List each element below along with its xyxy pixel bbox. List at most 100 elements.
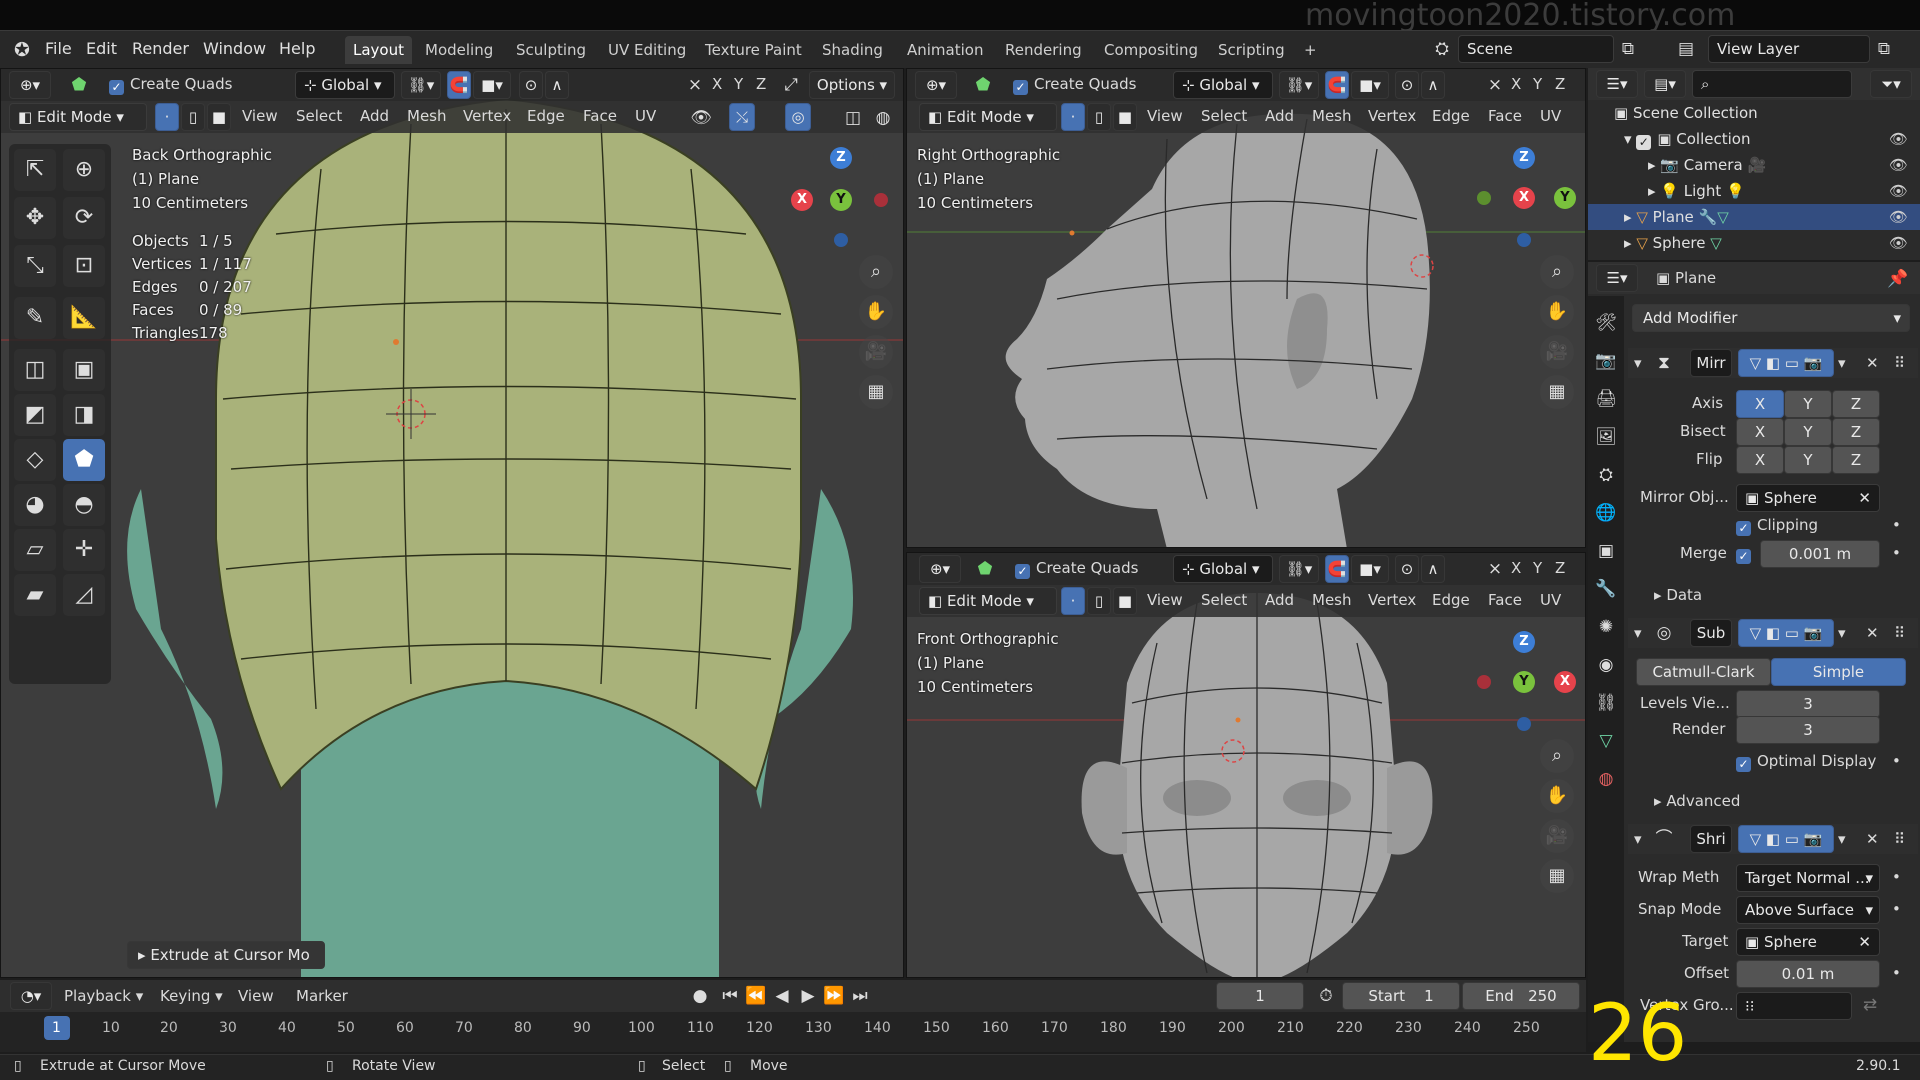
right-mirror-x[interactable]: X xyxy=(1511,75,1521,93)
right-proportional-toggle[interactable]: ⊙ xyxy=(1395,71,1419,99)
mirror-drag-handle[interactable]: ⠿ xyxy=(1894,354,1905,372)
right-menu-face[interactable]: Face xyxy=(1488,107,1522,125)
subsurf-catmull-clark[interactable]: Catmull-Clark xyxy=(1636,658,1771,686)
move-tool-icon[interactable]: ✥ xyxy=(14,197,56,239)
shrinkwrap-options-arrow[interactable]: ▾ xyxy=(1838,830,1846,848)
mirror-merge-distance[interactable]: 0.001 m xyxy=(1760,540,1880,568)
workspace-tab-compositing[interactable]: Compositing xyxy=(1096,36,1206,64)
mirror-name-field[interactable]: Mirr xyxy=(1690,349,1732,377)
mirror-options-arrow[interactable]: ▾ xyxy=(1838,354,1846,372)
record-button-icon[interactable]: ● xyxy=(686,983,714,1009)
right-snap-toggle[interactable]: 🧲 xyxy=(1325,71,1349,99)
vertex-select-mode[interactable]: · xyxy=(155,103,179,131)
play-reverse-icon[interactable]: ◀ xyxy=(768,983,796,1009)
mirror-display-toggles[interactable]: ▽ ◧ ▭ 📷 xyxy=(1738,349,1834,377)
front-editor-type-button[interactable]: ⊕▾ xyxy=(919,555,961,583)
menu-help[interactable]: Help xyxy=(279,39,315,58)
menu-face[interactable]: Face xyxy=(583,107,617,125)
subsurf-advanced-subpanel[interactable]: ▸ Advanced xyxy=(1654,792,1740,810)
outliner-display-mode[interactable]: ▤▾ xyxy=(1644,70,1686,98)
light-eye-icon[interactable]: 👁 xyxy=(1889,178,1908,204)
shrinkwrap-target-field[interactable]: ▣ Sphere ✕ xyxy=(1736,928,1880,956)
timeline-editor-type[interactable]: ◔▾ xyxy=(10,982,52,1010)
front-gizmo-z[interactable]: Z xyxy=(1513,631,1535,653)
subsurf-simple[interactable]: Simple xyxy=(1771,658,1906,686)
right-gizmo-x[interactable]: X xyxy=(1513,187,1535,209)
front-edge-select[interactable]: ▯ xyxy=(1087,587,1111,615)
create-quads-checkbox[interactable]: ✓ Create Quads xyxy=(109,75,232,95)
loop-cut-tool-icon[interactable]: ◨ xyxy=(63,394,105,436)
flip-y[interactable]: Y xyxy=(1784,446,1832,474)
poly-build-tool-icon[interactable]: ⬟ xyxy=(63,439,105,481)
right-menu-mesh[interactable]: Mesh xyxy=(1312,107,1352,125)
gizmo-neg-z[interactable] xyxy=(834,233,848,247)
menu-select[interactable]: Select xyxy=(296,107,342,125)
zoom-icon[interactable]: ⌕ xyxy=(859,255,893,289)
workspace-tab-scripting[interactable]: Scripting xyxy=(1210,36,1293,64)
data-properties-icon[interactable]: ▽ xyxy=(1592,728,1620,754)
output-properties-icon[interactable]: 🖨 xyxy=(1592,386,1620,412)
right-menu-uv[interactable]: UV xyxy=(1540,107,1561,125)
transform-tool-icon[interactable]: ⊡ xyxy=(63,245,105,287)
subsurf-options-arrow[interactable]: ▾ xyxy=(1838,624,1846,642)
modifier-properties-icon[interactable]: 🔧 xyxy=(1592,576,1620,602)
outliner-scene-collection[interactable]: ▣ Scene Collection xyxy=(1588,100,1920,126)
right-camera-icon[interactable]: 🎥 xyxy=(1540,335,1574,369)
view-layer-selector[interactable]: View Layer xyxy=(1708,35,1870,63)
right-zoom-icon[interactable]: ⌕ xyxy=(1540,255,1574,289)
front-mode-dropdown[interactable]: ◧ Edit Mode ▾ xyxy=(919,587,1057,615)
workspace-tab-sculpting[interactable]: Sculpting xyxy=(508,36,594,64)
flip-z[interactable]: Z xyxy=(1832,446,1880,474)
right-menu-edge[interactable]: Edge xyxy=(1432,107,1470,125)
jump-start-icon[interactable]: ⏮ xyxy=(716,983,744,1009)
subsurf-remove-icon[interactable]: ✕ xyxy=(1866,624,1879,642)
timeline-menu-marker[interactable]: Marker xyxy=(296,987,348,1005)
workspace-tab-shading[interactable]: Shading xyxy=(814,36,891,64)
mirror-collapse-arrow[interactable]: ▾ xyxy=(1634,354,1642,372)
front-create-quads-checkbox[interactable]: ✓ Create Quads xyxy=(1015,559,1138,579)
bisect-z[interactable]: Z xyxy=(1832,418,1880,446)
right-gizmo-neg-z[interactable] xyxy=(1517,233,1531,247)
shrinkwrap-name-field[interactable]: Shri xyxy=(1690,825,1732,853)
world-properties-icon[interactable]: 🌐 xyxy=(1592,500,1620,526)
front-menu-edge[interactable]: Edge xyxy=(1432,591,1470,609)
edge-slide-tool-icon[interactable]: ▱ xyxy=(14,529,56,571)
blender-logo-icon[interactable]: ✪ xyxy=(8,37,36,63)
menu-window[interactable]: Window xyxy=(203,39,266,58)
workspace-tab-animation[interactable]: Animation xyxy=(899,36,991,64)
prev-keyframe-icon[interactable]: ⏪ xyxy=(742,983,770,1009)
front-gizmo-neg-x[interactable] xyxy=(1477,675,1491,689)
subsurf-drag-handle[interactable]: ⠿ xyxy=(1894,624,1905,642)
right-orientation-dropdown[interactable]: ⊹ Global ▾ xyxy=(1173,71,1273,99)
sphere-eye-icon[interactable]: 👁 xyxy=(1889,230,1908,256)
gizmo-x-axis[interactable]: X xyxy=(791,189,813,211)
menu-mesh[interactable]: Mesh xyxy=(407,107,447,125)
front-gizmo-y[interactable]: Y xyxy=(1513,671,1535,693)
mirror-object-field[interactable]: ▣ Sphere ✕ xyxy=(1736,484,1880,512)
workspace-tab-texture-paint[interactable]: Texture Paint xyxy=(697,36,810,64)
menu-uv[interactable]: UV xyxy=(635,107,656,125)
shrinkwrap-remove-icon[interactable]: ✕ xyxy=(1866,830,1879,848)
front-menu-uv[interactable]: UV xyxy=(1540,591,1561,609)
workspace-tab-layout[interactable]: Layout xyxy=(345,36,412,64)
knife-tool-icon[interactable]: ◇ xyxy=(14,439,56,481)
right-menu-add[interactable]: Add xyxy=(1265,107,1294,125)
merge-keyframe-dot[interactable]: • xyxy=(1892,544,1901,562)
flip-x[interactable]: X xyxy=(1736,446,1784,474)
clipping-keyframe-dot[interactable]: • xyxy=(1892,516,1901,534)
falloff-dropdown[interactable]: ∧ xyxy=(545,71,569,99)
menu-edge[interactable]: Edge xyxy=(527,107,565,125)
timeline-menu-view[interactable]: View xyxy=(238,987,274,1005)
front-face-select[interactable]: ■ xyxy=(1113,587,1137,615)
front-snap-target[interactable]: ■▾ xyxy=(1351,555,1389,583)
subsurf-optimal-display-checkbox[interactable]: ✓ Optimal Display xyxy=(1736,752,1876,772)
menu-view[interactable]: View xyxy=(242,107,278,125)
viewport-right-orthographic[interactable]: ⊕▾ ⬟ ✓ Create Quads ⊹ Global ▾ ⛓▾ 🧲 ■▾ ⊙ … xyxy=(906,68,1586,548)
outliner-collection[interactable]: ▾ ✓ ▣ Collection 👁 xyxy=(1588,126,1920,152)
rotate-tool-icon[interactable]: ⟳ xyxy=(63,197,105,239)
gizmo-neg-x[interactable] xyxy=(874,193,888,207)
inset-tool-icon[interactable]: ▣ xyxy=(63,349,105,391)
right-gizmo-z[interactable]: Z xyxy=(1513,147,1535,169)
front-menu-add[interactable]: Add xyxy=(1265,591,1294,609)
render-properties-icon[interactable]: 📷 xyxy=(1592,348,1620,374)
